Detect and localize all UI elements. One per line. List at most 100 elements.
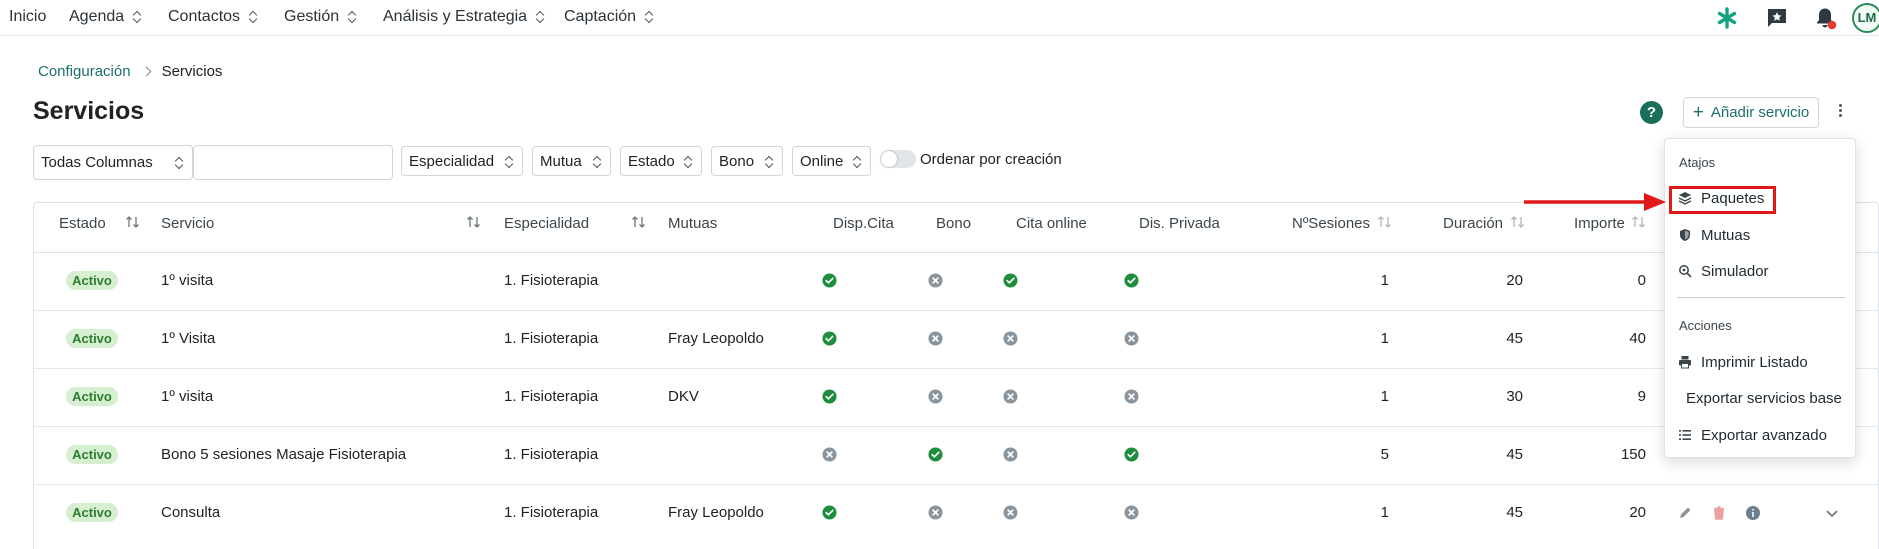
column-header-servicio[interactable]: Servicio: [161, 215, 214, 232]
check-circle-icon: [1124, 447, 1139, 462]
amount: 9: [1637, 388, 1646, 405]
nav-item-inicio[interactable]: Inicio: [9, 8, 46, 26]
bono-filter[interactable]: Bono: [711, 146, 783, 176]
chevron-updown-icon: [348, 10, 356, 24]
chevron-updown-icon: [536, 10, 544, 24]
duration: 45: [1506, 330, 1523, 347]
trash-icon[interactable]: [1711, 505, 1727, 521]
menu-item-simulador[interactable]: Simulador: [1665, 256, 1855, 286]
nav-item-agenda[interactable]: Agenda: [69, 8, 141, 26]
service-name: 1º Visita: [161, 330, 216, 347]
nav-item-captacion[interactable]: Captación: [564, 8, 653, 26]
nav-item-gestion[interactable]: Gestión: [284, 8, 356, 26]
chevron-down-icon[interactable]: [1824, 505, 1840, 521]
breadcrumb-link-configuracion[interactable]: Configuración: [38, 63, 131, 80]
column-header-duracion[interactable]: Duración: [1443, 215, 1503, 232]
avatar[interactable]: LM: [1852, 3, 1879, 33]
bell-icon[interactable]: [1813, 6, 1837, 30]
status-badge: Activo: [66, 271, 118, 290]
x-circle-icon: [928, 331, 943, 346]
chevron-updown-icon: [765, 155, 773, 169]
column-header-mutuas: Mutuas: [668, 215, 718, 232]
x-circle-icon: [1124, 505, 1139, 520]
row-divider: [34, 310, 1879, 311]
chevron-updown-icon: [175, 156, 183, 170]
plus-icon: +: [1692, 102, 1704, 123]
sort-icon[interactable]: [1510, 215, 1526, 229]
insurance: Fray Leopoldo: [668, 330, 764, 347]
breadcrumb-current: Servicios: [161, 63, 223, 80]
nav-item-label: Inicio: [9, 8, 47, 25]
menu-item-exportar-avanzado[interactable]: Exportar avanzado: [1665, 420, 1855, 450]
menu-item-label: Exportar servicios base: [1686, 389, 1842, 407]
estado-filter[interactable]: Estado: [620, 146, 702, 176]
nav-item-analisis[interactable]: Análisis y Estrategia: [383, 8, 544, 26]
status-badge: Activo: [66, 445, 118, 464]
column-header-sesiones[interactable]: NºSesiones: [1292, 215, 1370, 232]
row-divider: [34, 426, 1879, 427]
service-name: Consulta: [161, 504, 221, 521]
printer-icon: [1679, 356, 1691, 369]
search-settings-icon: [1679, 265, 1692, 278]
nav-item-label: Agenda: [69, 8, 125, 25]
filter-label: Estado: [628, 152, 675, 170]
mutua-filter[interactable]: Mutua: [532, 146, 611, 176]
specialty: 1. Fisioterapia: [504, 504, 599, 521]
add-service-label: Añadir servicio: [1710, 104, 1810, 121]
column-header-especialidad[interactable]: Especialidad: [504, 215, 589, 232]
sort-icon[interactable]: [1631, 215, 1647, 229]
sort-icon[interactable]: [466, 215, 482, 229]
add-service-button[interactable]: + Añadir servicio: [1683, 97, 1819, 128]
chevron-right-icon: [141, 66, 152, 77]
online-filter[interactable]: Online: [792, 146, 871, 176]
chevron-updown-icon: [853, 155, 861, 169]
status-badge: Activo: [66, 387, 118, 406]
chevron-updown-icon: [249, 10, 257, 24]
list-icon: [1679, 430, 1691, 440]
asterisk-logo-icon[interactable]: [1715, 6, 1739, 30]
x-circle-icon: [1124, 389, 1139, 404]
menu-item-label: Mutuas: [1701, 226, 1751, 244]
nav-item-contactos[interactable]: Contactos: [168, 8, 257, 26]
chevron-updown-icon: [593, 155, 601, 169]
check-circle-icon: [928, 447, 943, 462]
menu-item-exportar-servicios-base[interactable]: Exportar servicios base: [1665, 383, 1855, 413]
more-options-icon[interactable]: [1836, 102, 1844, 122]
menu-item-label: Imprimir Listado: [1701, 353, 1808, 371]
sessions-count: 1: [1380, 330, 1389, 347]
nav-item-label: Gestión: [284, 8, 340, 25]
edit-icon[interactable]: [1677, 505, 1693, 521]
menu-divider: [1677, 297, 1845, 298]
shield-icon: [1680, 229, 1690, 241]
sessions-count: 1: [1380, 388, 1389, 405]
menu-item-mutuas[interactable]: Mutuas: [1665, 220, 1855, 250]
column-header-importe[interactable]: Importe: [1574, 215, 1625, 232]
chevron-updown-icon: [684, 155, 692, 169]
top-navigation: Inicio Agenda Contactos Gestión Análisis…: [0, 0, 1879, 36]
sessions-count: 1: [1380, 272, 1389, 289]
insurance: Fray Leopoldo: [668, 504, 764, 521]
duration: 20: [1506, 272, 1523, 289]
column-header-estado[interactable]: Estado: [59, 215, 106, 232]
check-circle-icon: [822, 273, 837, 288]
filter-label: Bono: [719, 152, 755, 170]
column-select[interactable]: Todas Columnas: [33, 145, 193, 180]
duration: 45: [1506, 504, 1523, 521]
specialty: 1. Fisioterapia: [504, 446, 599, 463]
specialty: 1. Fisioterapia: [504, 388, 599, 405]
service-name: 1º visita: [161, 272, 214, 289]
sort-icon[interactable]: [631, 215, 647, 229]
sort-icon[interactable]: [1377, 215, 1393, 229]
help-button[interactable]: ?: [1640, 101, 1663, 124]
menu-item-imprimir-listado[interactable]: Imprimir Listado: [1665, 347, 1855, 377]
star-message-icon[interactable]: [1765, 6, 1789, 30]
info-icon[interactable]: [1745, 505, 1761, 521]
x-circle-icon: [928, 389, 943, 404]
order-by-creation-toggle[interactable]: [880, 150, 916, 168]
sort-icon[interactable]: [125, 215, 141, 229]
especialidad-filter[interactable]: Especialidad: [401, 146, 523, 176]
status-badge: Activo: [66, 503, 118, 522]
check-circle-icon: [822, 389, 837, 404]
nav-item-label: Análisis y Estrategia: [383, 8, 528, 25]
search-input[interactable]: [193, 145, 393, 180]
